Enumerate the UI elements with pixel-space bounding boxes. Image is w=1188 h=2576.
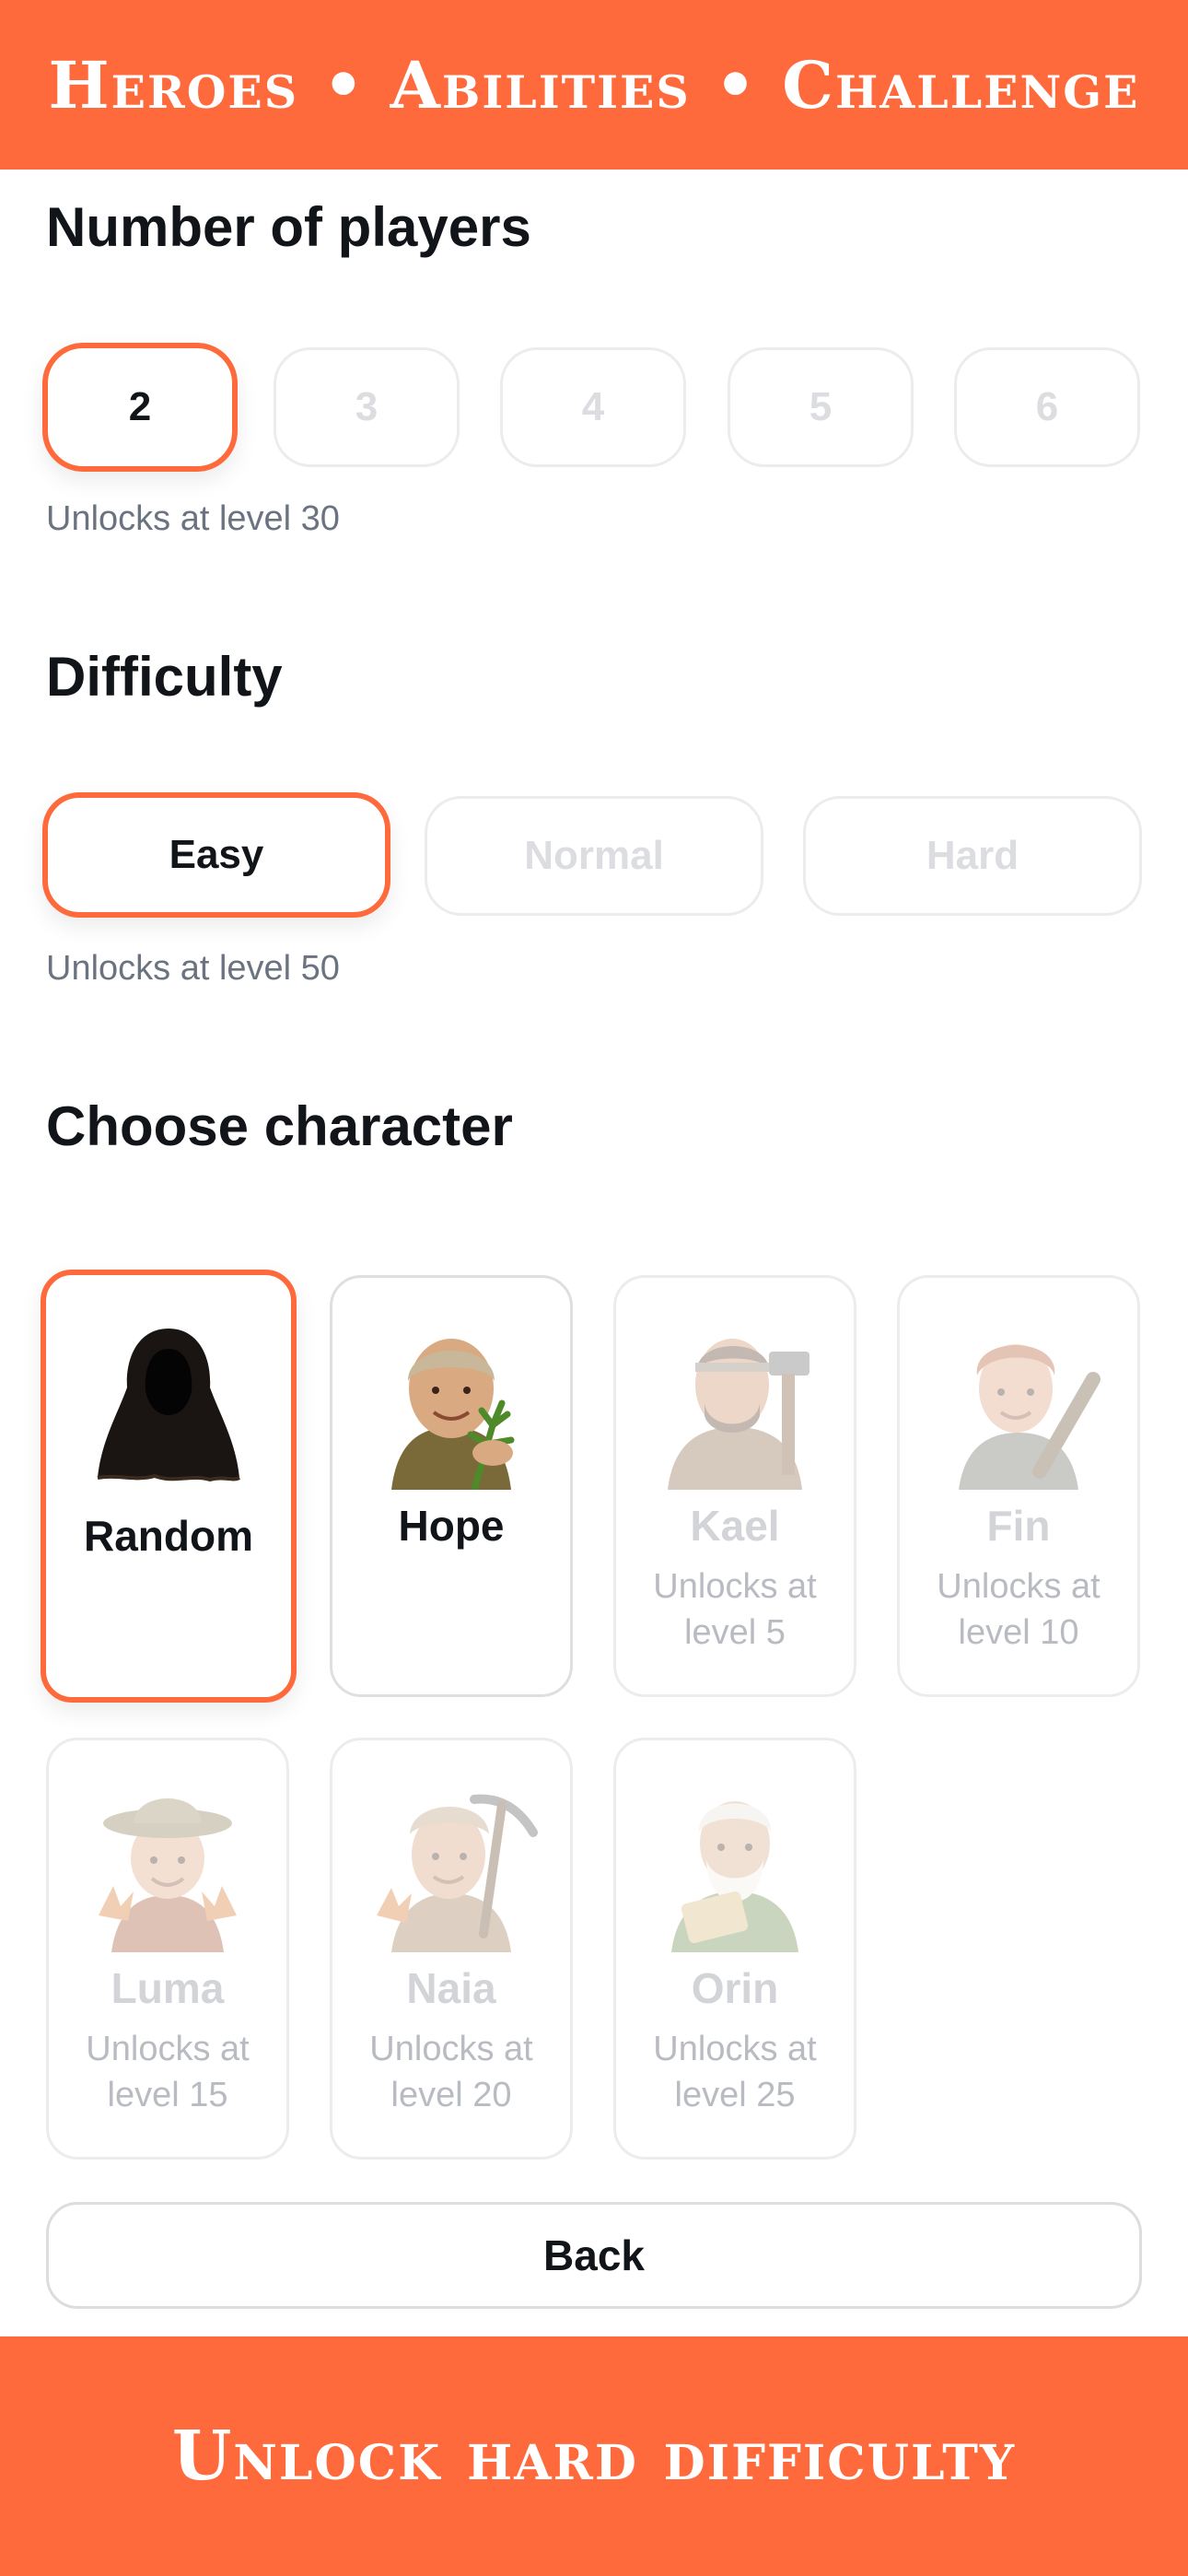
man-hammer-portrait (668, 1339, 809, 1490)
hooded-figure-icon (97, 1329, 240, 1482)
character-card-hope[interactable]: Hope (330, 1275, 573, 1697)
character-lock-hint: Unlocks at level 20 (369, 2030, 533, 2114)
character-name: Random (84, 1512, 253, 1560)
character-name: Luma (111, 1964, 225, 2012)
girl-leaves-portrait (99, 1798, 237, 1952)
character-card-fin[interactable]: Fin Unlocks at level 10 (897, 1275, 1140, 1697)
header-banner: Heroes • Abilities • Challenge (0, 0, 1188, 170)
difficulty-unlock-hint: Unlocks at level 50 (46, 949, 340, 988)
woman-pickaxe-portrait (377, 1794, 538, 1952)
character-lock-hint: Unlocks at level 15 (86, 2030, 250, 2114)
character-lock-hint: Unlocks at level 25 (653, 2030, 817, 2114)
character-name: Kael (690, 1502, 780, 1550)
difficulty-option-hard[interactable]: Hard (803, 796, 1142, 916)
old-man-scroll-portrait (671, 1801, 798, 1952)
difficulty-section-title: Difficulty (46, 646, 283, 708)
character-name: Orin (691, 1964, 779, 2012)
players-option-6[interactable]: 6 (954, 347, 1140, 467)
difficulty-option-normal[interactable]: Normal (425, 796, 763, 916)
character-name: Hope (398, 1502, 505, 1550)
players-option-5[interactable]: 5 (728, 347, 914, 467)
character-section-title: Choose character (46, 1095, 513, 1157)
character-card-orin[interactable]: Orin Unlocks at level 25 (613, 1738, 856, 2160)
boy-club-portrait (959, 1344, 1101, 1490)
character-name: Naia (406, 1964, 496, 2012)
character-lock-hint: Unlocks at level 5 (653, 1567, 817, 1652)
footer-text: Unlock hard difficulty (171, 2417, 1017, 2496)
character-card-kael[interactable]: Kael Unlocks at level 5 (613, 1275, 856, 1697)
footer-banner: Unlock hard difficulty (0, 2336, 1188, 2576)
old-woman-herbs-portrait (391, 1339, 515, 1490)
back-button[interactable]: Back (46, 2202, 1142, 2309)
players-section-title: Number of players (46, 196, 531, 258)
character-lock-hint: Unlocks at level 10 (937, 1567, 1101, 1652)
players-unlock-hint: Unlocks at level 30 (46, 499, 340, 538)
character-card-naia[interactable]: Naia Unlocks at level 20 (330, 1738, 573, 2160)
header-title: Heroes • Abilities • Challenge (48, 46, 1140, 123)
players-option-3[interactable]: 3 (274, 347, 460, 467)
players-option-2[interactable]: 2 (42, 343, 238, 472)
players-option-4[interactable]: 4 (500, 347, 686, 467)
character-card-luma[interactable]: Luma Unlocks at level 15 (46, 1738, 289, 2160)
difficulty-option-easy[interactable]: Easy (42, 792, 390, 918)
character-card-random[interactable]: Random (41, 1270, 297, 1703)
character-name: Fin (986, 1502, 1051, 1550)
